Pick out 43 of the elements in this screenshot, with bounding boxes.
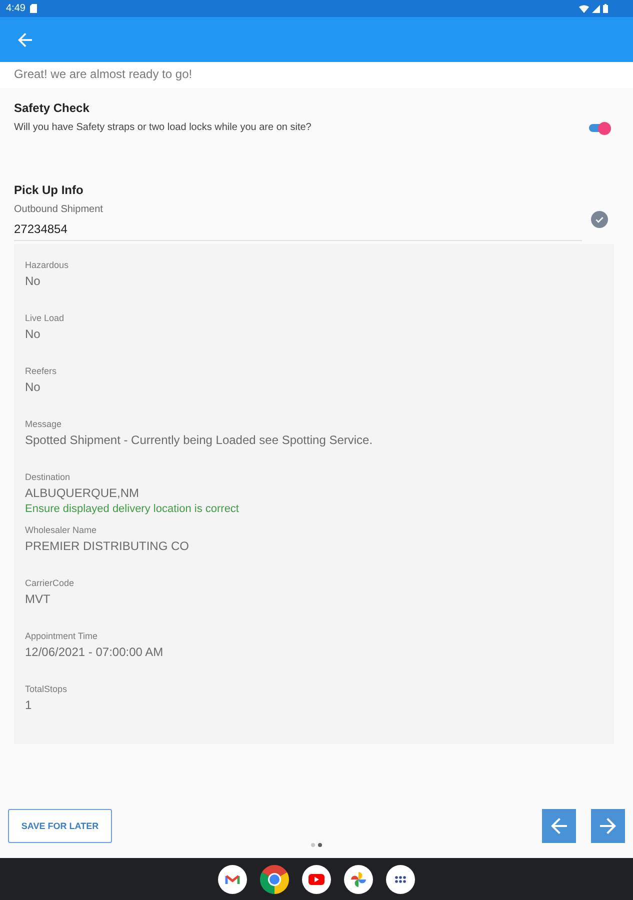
detail-label: Reefers [25,365,57,377]
next-button[interactable] [591,809,625,843]
detail-value: 12/06/2021 - 07:00:00 AM [25,644,164,660]
toggle-switch[interactable] [589,121,611,135]
detail-label: Wholesaler Name [25,524,97,536]
arrow-left-icon [18,32,32,46]
detail-label: Live Load [25,312,64,324]
tricolor-circle-icon[interactable] [260,864,289,894]
detail-value: MVT [25,591,50,607]
detail-value: No [25,379,40,395]
question-text: Will you have Safety straps or two load locks while you are on site? [14,121,312,135]
signal-icon [592,4,600,12]
mail-icon[interactable] [218,864,247,894]
detail-value: 1 [25,697,32,713]
detail-value: Spotted Shipment - Currently being Loaded see Spotting Service. [25,432,373,448]
shipment-field[interactable]: 27234854 [14,221,582,241]
status-time: 4:49 [6,2,26,14]
detail-label: Destination [25,471,70,483]
detail-value: No [25,273,40,289]
save-for-later-button[interactable]: SAVE FOR LATER [8,809,112,843]
wifi-icon [579,4,589,12]
field-label: Outbound Shipment [14,204,103,216]
detail-value: ALBUQUERQUE,NM [25,485,140,501]
back-button[interactable] [18,32,32,46]
detail-label: CarrierCode [25,577,74,589]
detail-note: Ensure displayed delivery location is correct [25,502,239,517]
section-title: Safety Check [14,100,90,116]
intro-text: Great! we are almost ready to go! [14,67,192,81]
sd-card-icon [30,4,38,13]
app-grid-icon[interactable] [386,864,415,894]
arrow-right-icon [600,818,616,834]
detail-value: PREMIER DISTRIBUTING CO [25,538,190,554]
detail-label: Appointment Time [25,630,98,642]
detail-label: Hazardous [25,259,69,271]
section-title: Pick Up Info [14,182,84,198]
play-icon[interactable] [302,864,331,894]
battery-icon [603,4,608,13]
arrow-left-icon [551,818,567,834]
detail-value: No [25,326,40,342]
detail-label: TotalStops [25,683,68,695]
back-button[interactable] [542,809,576,843]
pinwheel-icon[interactable] [344,864,373,894]
detail-label: Message [25,418,62,430]
